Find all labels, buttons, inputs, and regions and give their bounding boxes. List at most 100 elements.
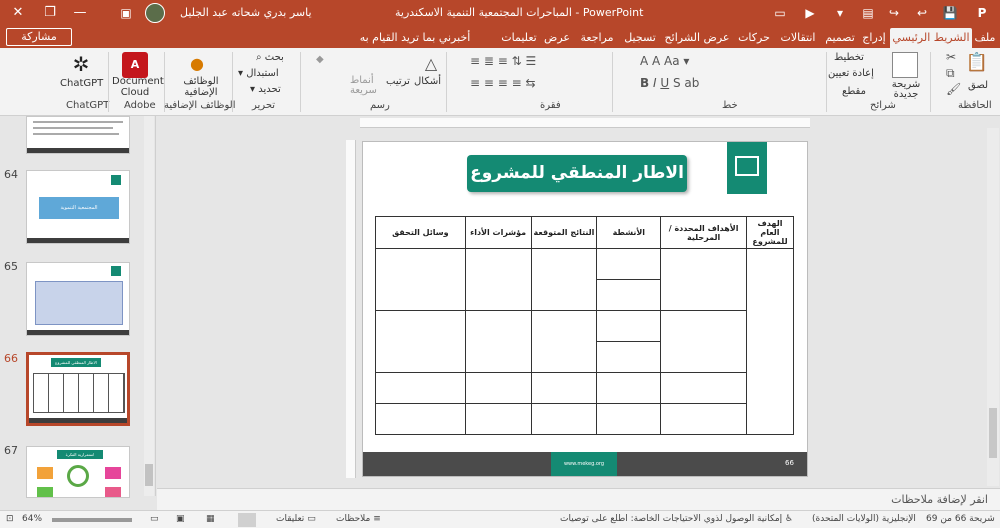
layout-button[interactable]: تخطيط [834, 52, 864, 63]
tab-help[interactable]: تعليمات [498, 28, 540, 48]
fit-slide-icon[interactable]: ⊡ [6, 514, 14, 524]
table-cell[interactable] [464, 372, 532, 404]
table-cell[interactable] [530, 248, 598, 311]
table-cell[interactable] [530, 403, 598, 435]
slide-thumb-64[interactable]: المجتمعية التنموية [26, 170, 130, 244]
restore-icon[interactable]: ❐ [36, 3, 64, 23]
alignment-tools[interactable]: ≡ ≡ ≡ ≡ ⇆ [470, 76, 536, 90]
paste-icon[interactable]: 📋 [964, 52, 990, 78]
paste-button[interactable]: لصق [968, 80, 988, 91]
table-cell[interactable] [660, 310, 747, 373]
undo-icon[interactable]: ↩ [912, 3, 932, 23]
tab-animations[interactable]: حركات [734, 28, 774, 48]
paragraph-tools[interactable]: ≡ ≣ ≡ ⇅ ☰ [470, 54, 536, 68]
new-slide-button[interactable]: شريحة جديدة [888, 80, 924, 100]
adobe-pdf-icon[interactable]: A [122, 52, 148, 78]
table-cell[interactable] [660, 372, 747, 404]
arrange-button[interactable]: ترتيب [386, 76, 410, 87]
table-cell[interactable] [375, 372, 466, 404]
tell-me-search[interactable]: أخبرني بما تريد القيام به [340, 28, 490, 48]
table-cell[interactable] [530, 310, 598, 373]
shapes-icon[interactable]: △ [418, 54, 444, 80]
table-cell[interactable] [596, 310, 662, 342]
replace-button[interactable]: ▾ استبدال [238, 68, 279, 79]
copy-icon[interactable]: ⧉ [946, 66, 955, 81]
document-cloud-button[interactable]: Document Cloud [112, 76, 164, 98]
tab-insert[interactable]: إدراج [858, 28, 890, 48]
scrollbar-thumb[interactable] [145, 464, 153, 486]
user-name[interactable]: ياسر بدري شحاته عبد الجليل [180, 6, 312, 19]
notes-pane[interactable]: انقر لإضافة ملاحظات [157, 488, 1000, 510]
tab-design[interactable]: تصميم [822, 28, 858, 48]
table-cell[interactable] [464, 403, 532, 435]
notes-placeholder[interactable]: انقر لإضافة ملاحظات [891, 493, 988, 506]
zoom-level[interactable]: 64% [22, 514, 42, 524]
table-cell[interactable] [464, 248, 532, 311]
sorter-view-icon[interactable]: ▦ [206, 514, 215, 524]
scrollbar-thumb[interactable] [989, 408, 997, 458]
tab-view[interactable]: عرض [540, 28, 574, 48]
tab-transitions[interactable]: انتقالات [774, 28, 822, 48]
font-style-tools[interactable]: B I U S ab [640, 76, 699, 90]
save-icon[interactable]: 💾 [940, 3, 960, 23]
reset-button[interactable]: إعادة تعيين [828, 68, 874, 79]
slideshow-view-icon[interactable]: ▣ [176, 514, 185, 524]
present-icon[interactable]: ▭ [770, 3, 790, 23]
slide-thumb-66[interactable]: الاطار المنطقي للمشروع [26, 352, 130, 426]
table-cell[interactable] [596, 279, 662, 311]
select-button[interactable]: ▾ تحديد [250, 84, 281, 95]
start-slideshow-icon[interactable]: ▶ [800, 3, 820, 23]
chatgpt-button[interactable]: ChatGPT [60, 78, 103, 89]
table-cell[interactable] [596, 403, 662, 435]
autosave-icon[interactable]: ▤ [858, 3, 878, 23]
table-cell[interactable] [660, 248, 747, 311]
minimize-icon[interactable]: — [66, 3, 94, 23]
tab-record[interactable]: تسجيل [620, 28, 660, 48]
format-painter-icon[interactable]: 🖌 [946, 82, 961, 96]
notes-button[interactable]: ملاحظات ≡ [336, 514, 381, 524]
close-icon[interactable]: ✕ [4, 3, 32, 23]
quick-access-dropdown-icon[interactable]: ▾ [830, 3, 850, 23]
zoom-slider[interactable] [52, 518, 132, 522]
slide-title[interactable]: الاطار المنطقي للمشروع [467, 155, 687, 192]
logical-framework-table[interactable]: وسائل التحقق مؤشرات الأداء النتائج المتو… [375, 216, 795, 435]
tab-file[interactable]: ملف [972, 28, 998, 48]
cut-icon[interactable]: ✂ [946, 50, 956, 64]
table-cell[interactable] [745, 248, 795, 435]
slide-thumb-63[interactable] [26, 116, 130, 154]
shape-fill-icon[interactable]: ◆ [316, 54, 324, 65]
table-cell[interactable] [596, 248, 662, 280]
normal-view-icon[interactable] [238, 513, 256, 527]
table-cell[interactable] [530, 372, 598, 404]
tab-review[interactable]: مراجعة [574, 28, 620, 48]
table-cell[interactable] [596, 341, 662, 373]
slide-thumb-65[interactable] [26, 262, 130, 336]
section-button[interactable]: مقطع [842, 86, 866, 97]
font-tools[interactable]: A A Aa ▾ [640, 54, 689, 68]
canvas-vertical-scrollbar[interactable] [987, 128, 999, 486]
slide-thumb-67[interactable]: استمرارية الفكرة [26, 446, 130, 498]
table-cell[interactable] [464, 310, 532, 373]
table-cell[interactable] [375, 248, 466, 311]
quick-styles-button[interactable]: أنماط سريعة [350, 76, 380, 96]
ribbon-display-icon[interactable]: ▣ [112, 3, 140, 23]
find-button[interactable]: ⌕ بحث [256, 52, 284, 63]
table-cell[interactable] [596, 372, 662, 404]
slide-66[interactable]: الاطار المنطقي للمشروع وسائل التحقق مؤشر… [362, 141, 808, 477]
table-cell[interactable] [660, 403, 747, 435]
redo-icon[interactable]: ↪ [884, 3, 904, 23]
comments-button[interactable]: تعليقات ▭ [276, 514, 316, 524]
language-status[interactable]: الإنجليزية (الولايات المتحدة) [812, 514, 916, 524]
thumbnail-scrollbar[interactable] [144, 116, 154, 496]
table-cell[interactable] [375, 310, 466, 373]
addins-button[interactable]: الوظائف الإضافية [176, 76, 226, 98]
new-slide-icon[interactable] [892, 52, 918, 78]
table-cell[interactable] [375, 403, 466, 435]
share-button[interactable]: مشاركة [6, 28, 72, 46]
accessibility-status[interactable]: إمكانية الوصول لذوي الاحتياجات الخاصة: ا… [560, 514, 793, 524]
chatgpt-icon[interactable]: ✲ [68, 52, 94, 78]
reading-view-icon[interactable]: ▭ [150, 514, 159, 524]
avatar[interactable] [145, 3, 165, 23]
tab-home[interactable]: الشريط الرئيسي [890, 28, 972, 48]
tab-slideshow[interactable]: عرض الشرائح [660, 28, 734, 48]
